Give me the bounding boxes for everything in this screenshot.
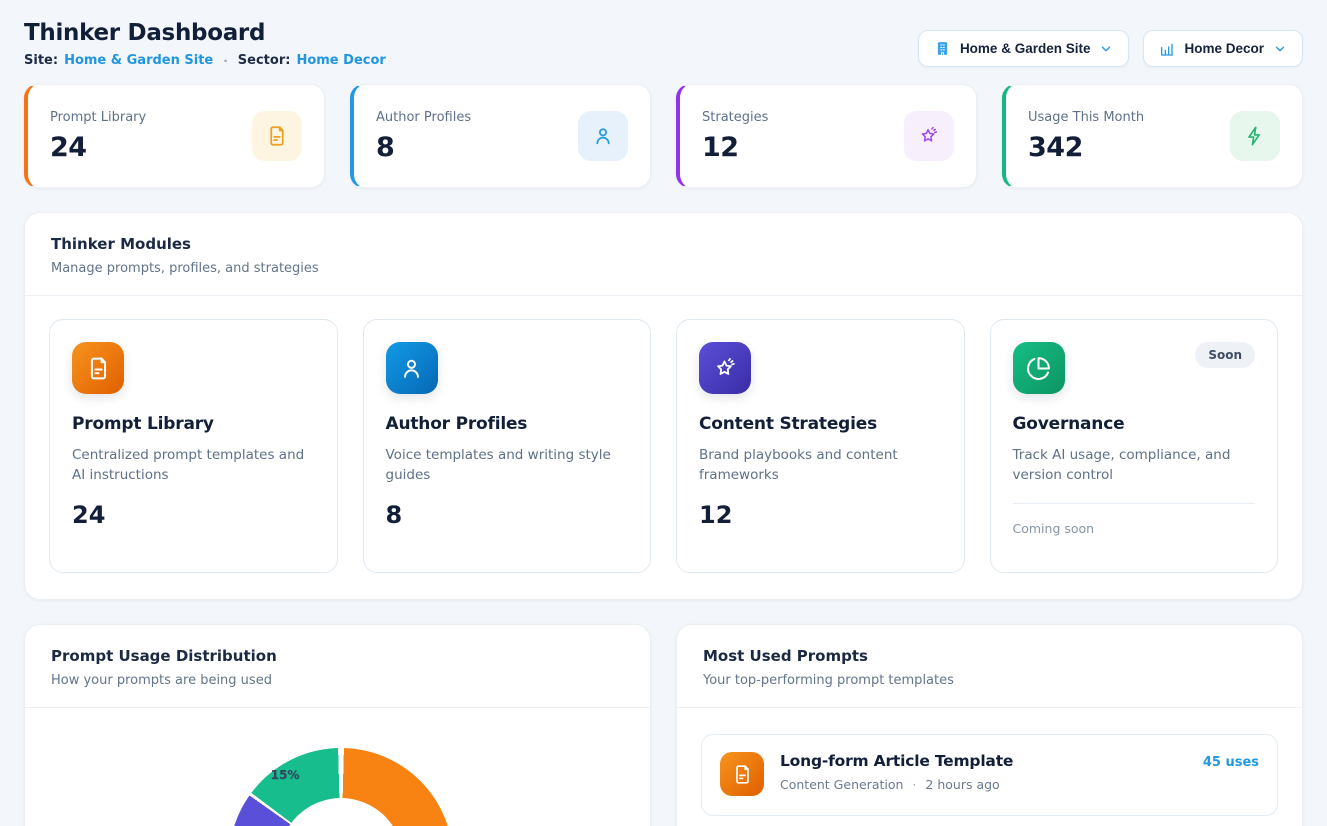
header-actions: Home & Garden Site Home Decor [918,30,1303,67]
user-icon [578,111,628,161]
prompts-title: Most Used Prompts [703,647,1276,665]
sector-selector-dropdown[interactable]: Home Decor [1143,30,1303,67]
chevron-down-icon [1273,42,1287,56]
module-count: 8 [386,501,629,529]
module-description: Brand playbooks and content frameworks [699,445,942,486]
modules-subtitle: Manage prompts, profiles, and strategies [51,261,1276,276]
most-used-prompts-card: Most Used Prompts Your top-performing pr… [676,624,1303,826]
usage-distribution-card: Prompt Usage Distribution How your promp… [24,624,651,826]
donut-slice-label: 15% [271,768,300,782]
coming-soon-text: Coming soon [1013,503,1256,536]
module-description: Voice templates and writing style guides [386,445,629,486]
site-selector-dropdown[interactable]: Home & Garden Site [918,30,1130,67]
usage-donut-chart[interactable]: 15% [229,748,453,826]
module-description: Centralized prompt templates and AI inst… [72,445,315,486]
pie-chart-icon [1013,342,1065,394]
prompts-header: Most Used Prompts Your top-performing pr… [677,625,1302,707]
module-description: Track AI usage, compliance, and version … [1013,445,1256,486]
document-icon [252,111,302,161]
usage-subtitle: How your prompts are being used [51,673,624,688]
module-title: Governance [1013,414,1256,434]
meta-separator: · [912,777,916,792]
breadcrumb: Site: Home & Garden Site · Sector: Home … [24,53,386,68]
thinker-modules-section: Thinker Modules Manage prompts, profiles… [24,212,1303,600]
modules-title: Thinker Modules [51,235,1276,253]
usage-title: Prompt Usage Distribution [51,647,624,665]
stat-value: 24 [50,132,146,163]
sparkle-star-icon [904,111,954,161]
site-label: Site: [24,53,58,68]
site-selector-label: Home & Garden Site [960,41,1091,56]
stat-label: Author Profiles [376,110,471,125]
module-title: Author Profiles [386,414,629,434]
building-icon [934,40,951,57]
document-icon [72,342,124,394]
module-card-content-strategies[interactable]: Content Strategies Brand playbooks and c… [676,319,965,573]
stat-value: 12 [702,132,768,163]
breadcrumb-separator: · [219,54,232,68]
header-left: Thinker Dashboard Site: Home & Garden Si… [24,20,386,68]
prompts-subtitle: Your top-performing prompt templates [703,673,1276,688]
document-icon [720,752,764,796]
page-header: Thinker Dashboard Site: Home & Garden Si… [24,20,1303,68]
modules-grid: Prompt Library Centralized prompt templa… [25,296,1302,599]
bottom-row: Prompt Usage Distribution How your promp… [24,624,1303,826]
stat-card-usage: Usage This Month 342 [1002,84,1303,188]
dashboard-page: Thinker Dashboard Site: Home & Garden Si… [0,0,1327,826]
stat-card-strategies: Strategies 12 [676,84,977,188]
module-card-author-profiles[interactable]: Author Profiles Voice templates and writ… [363,319,652,573]
sector-selector-label: Home Decor [1184,41,1264,56]
sector-label: Sector: [238,53,291,68]
prompt-time: 2 hours ago [925,777,999,792]
stats-row: Prompt Library 24 Author Profiles 8 [24,84,1303,188]
soon-badge: Soon [1195,342,1255,368]
stat-text: Usage This Month 342 [1028,110,1144,163]
stat-label: Strategies [702,110,768,125]
page-title: Thinker Dashboard [24,20,386,46]
prompt-list: Long-form Article Template Content Gener… [677,708,1302,826]
uses-badge: 45 uses [1203,755,1259,770]
stat-text: Prompt Library 24 [50,110,146,163]
modules-header: Thinker Modules Manage prompts, profiles… [25,213,1302,295]
user-icon [386,342,438,394]
stat-value: 342 [1028,132,1144,163]
list-item-long-form-article[interactable]: Long-form Article Template Content Gener… [701,734,1278,816]
sparkle-star-icon [699,342,751,394]
site-link[interactable]: Home & Garden Site [64,53,213,68]
lightning-icon [1230,111,1280,161]
usage-header: Prompt Usage Distribution How your promp… [25,625,650,707]
prompt-item-title: Long-form Article Template [780,752,1013,770]
module-title: Prompt Library [72,414,315,434]
module-card-prompt-library[interactable]: Prompt Library Centralized prompt templa… [49,319,338,573]
stat-label: Usage This Month [1028,110,1144,125]
stat-card-prompt-library: Prompt Library 24 [24,84,325,188]
module-card-governance[interactable]: Soon Governance Track AI usage, complian… [990,319,1279,573]
module-count: 24 [72,501,315,529]
stat-value: 8 [376,132,471,163]
prompt-category: Content Generation [780,777,903,792]
prompt-item-text: Long-form Article Template Content Gener… [780,752,1013,792]
sector-link[interactable]: Home Decor [296,53,385,68]
chevron-down-icon [1099,42,1113,56]
stat-card-author-profiles: Author Profiles 8 [350,84,651,188]
stat-text: Strategies 12 [702,110,768,163]
stat-text: Author Profiles 8 [376,110,471,163]
module-title: Content Strategies [699,414,942,434]
donut-chart-area: 15% [25,708,650,826]
bar-chart-icon [1159,41,1175,57]
stat-label: Prompt Library [50,110,146,125]
prompt-item-meta: Content Generation · 2 hours ago [780,777,1013,792]
module-count: 12 [699,501,942,529]
